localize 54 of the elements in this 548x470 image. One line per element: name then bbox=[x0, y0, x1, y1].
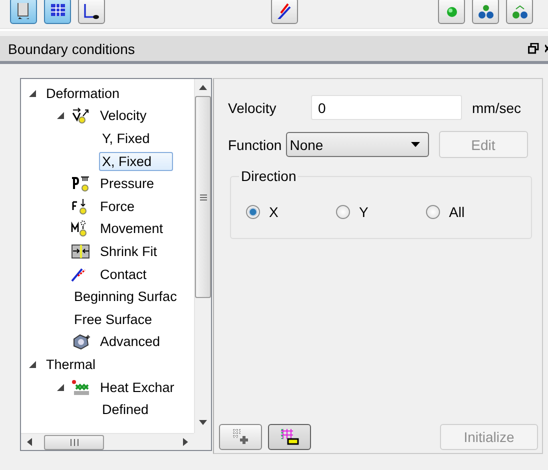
expand-arrow-icon[interactable] bbox=[29, 360, 36, 368]
expand-arrow-icon[interactable] bbox=[57, 384, 64, 391]
horizontal-scrollbar[interactable] bbox=[21, 433, 194, 450]
vector-icon bbox=[71, 107, 91, 124]
toolbar-button[interactable] bbox=[472, 0, 499, 24]
shrink-fit-icon bbox=[71, 242, 91, 260]
toolbar-button[interactable] bbox=[271, 0, 298, 24]
pressure-icon bbox=[71, 175, 91, 192]
tree-item[interactable]: Contact bbox=[97, 264, 150, 284]
expand-arrow-icon[interactable] bbox=[29, 90, 36, 97]
toolbar-button[interactable] bbox=[268, 424, 311, 450]
tree-item[interactable]: Shrink Fit bbox=[97, 242, 160, 261]
tree-item[interactable]: Pressure bbox=[97, 174, 158, 194]
group-title: Direction bbox=[239, 168, 298, 184]
tree-item[interactable]: Defined bbox=[99, 400, 152, 420]
tree-item[interactable]: Force bbox=[97, 196, 138, 216]
mesh-remove-icon bbox=[280, 428, 300, 446]
tree-item[interactable]: Y, Fixed bbox=[99, 128, 153, 148]
radio-button[interactable]: All bbox=[426, 204, 516, 220]
scroll-down-icon[interactable] bbox=[199, 420, 207, 425]
grip-icon bbox=[200, 194, 206, 200]
caret-icon bbox=[410, 142, 420, 147]
toolbar-button[interactable] bbox=[506, 0, 533, 24]
tree-item[interactable]: Velocity bbox=[97, 106, 150, 126]
expand-arrow-icon[interactable] bbox=[57, 112, 64, 120]
toolbar-button[interactable] bbox=[78, 0, 105, 24]
scrollbar-thumb[interactable] bbox=[195, 96, 211, 298]
heat-exchange-icon bbox=[71, 378, 91, 396]
restore-icon[interactable] bbox=[528, 43, 539, 54]
tree-item[interactable]: Deformation bbox=[43, 84, 123, 103]
unit-label: mm/sec bbox=[472, 100, 521, 116]
vertical-scrollbar[interactable] bbox=[194, 79, 211, 433]
radio-button[interactable]: X bbox=[246, 204, 336, 220]
scrollbar-thumb[interactable] bbox=[44, 434, 104, 450]
scroll-left-icon[interactable] bbox=[27, 438, 32, 446]
scroll-up-icon[interactable] bbox=[199, 85, 207, 90]
grip-icon bbox=[70, 438, 78, 446]
scroll-right-icon[interactable] bbox=[183, 438, 188, 446]
tree-item[interactable]: Movement bbox=[97, 219, 166, 238]
panel-title: Boundary conditions bbox=[8, 40, 136, 56]
gear-icon bbox=[71, 333, 91, 350]
toolbar-button[interactable] bbox=[44, 0, 71, 24]
radio-button[interactable]: Y bbox=[336, 204, 426, 220]
tree-item[interactable]: Beginning Surfac bbox=[71, 287, 180, 306]
tree-item[interactable]: Heat Exchar bbox=[97, 378, 178, 397]
tree-item[interactable]: Advanced bbox=[97, 332, 164, 352]
tree-item[interactable]: Free Surface bbox=[71, 310, 156, 329]
tree-item[interactable]: Thermal bbox=[43, 354, 99, 374]
function-dropdown[interactable]: None bbox=[286, 132, 429, 157]
field-label: Velocity bbox=[228, 100, 278, 116]
velocity-input[interactable]: 0 bbox=[311, 95, 462, 120]
mesh-add-icon bbox=[230, 428, 250, 446]
field-label: Function bbox=[228, 136, 282, 152]
tree-item[interactable]: X, Fixed bbox=[99, 152, 173, 171]
